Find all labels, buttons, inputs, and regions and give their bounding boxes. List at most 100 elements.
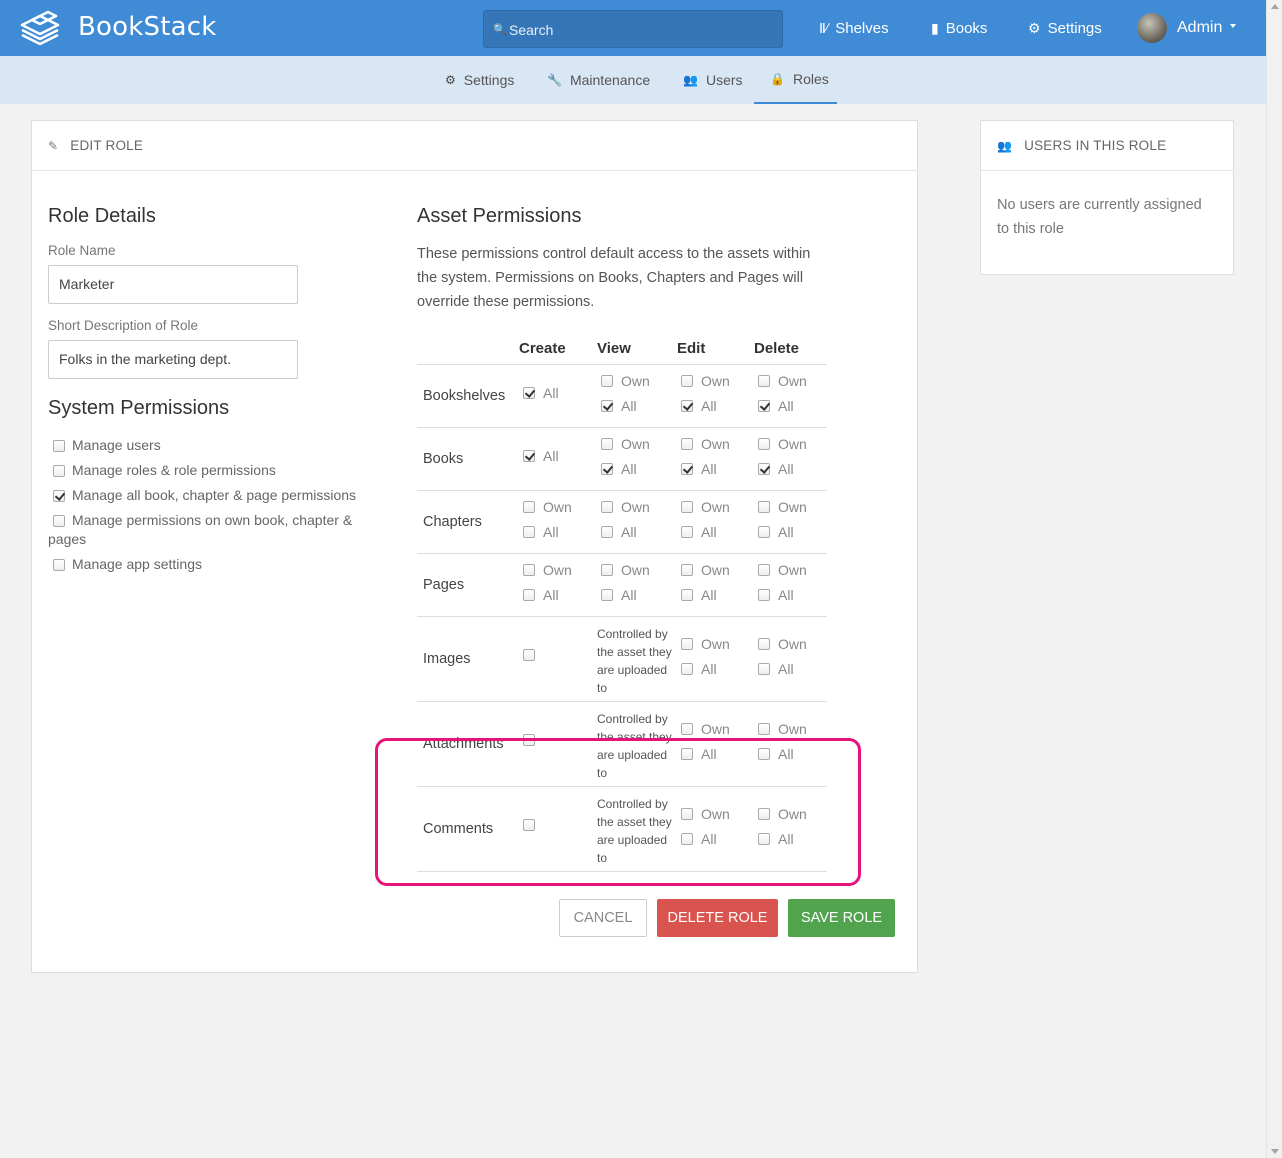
chapters-edit-own[interactable]: Own: [681, 499, 730, 515]
checkbox[interactable]: [681, 501, 693, 513]
checkbox[interactable]: [601, 463, 613, 475]
tab-settings[interactable]: ⚙ Settings: [445, 56, 514, 104]
chapters-delete-own[interactable]: Own: [758, 499, 807, 515]
pages-delete-own[interactable]: Own: [758, 562, 807, 578]
checkbox[interactable]: [681, 723, 693, 735]
perm-manage-users[interactable]: Manage users: [48, 436, 161, 455]
checkbox[interactable]: [681, 526, 693, 538]
nav-shelves[interactable]: Ⅱ∕ Shelves: [819, 0, 889, 56]
pages-delete-all[interactable]: All: [758, 587, 794, 603]
checkbox[interactable]: [601, 526, 613, 538]
perm-manage-own-content[interactable]: Manage permissions on own book, chapter …: [48, 511, 368, 549]
images-edit-own[interactable]: Own: [681, 636, 730, 652]
checkbox[interactable]: [758, 663, 770, 675]
pages-view-own[interactable]: Own: [601, 562, 650, 578]
books-edit-own[interactable]: Own: [681, 436, 730, 452]
nav-settings[interactable]: ⚙ Settings: [1028, 0, 1102, 56]
checkbox[interactable]: [601, 400, 613, 412]
checkbox[interactable]: [681, 463, 693, 475]
bookshelves-delete-own[interactable]: Own: [758, 373, 807, 389]
pages-create-all[interactable]: All: [523, 587, 559, 603]
perm-checkbox[interactable]: [53, 515, 65, 528]
user-menu-name[interactable]: Admin: [1177, 0, 1222, 56]
avatar[interactable]: [1137, 13, 1167, 43]
checkbox[interactable]: [523, 564, 535, 576]
images-delete-own[interactable]: Own: [758, 636, 807, 652]
bookshelves-create-all[interactable]: All: [523, 385, 559, 401]
checkbox[interactable]: [681, 438, 693, 450]
tab-maintenance[interactable]: 🔧 Maintenance: [547, 56, 650, 104]
checkbox[interactable]: [758, 501, 770, 513]
checkbox[interactable]: [601, 501, 613, 513]
attachments-edit-own[interactable]: Own: [681, 721, 730, 737]
chapters-delete-all[interactable]: All: [758, 524, 794, 540]
attachments-delete-own[interactable]: Own: [758, 721, 807, 737]
checkbox[interactable]: [758, 589, 770, 601]
bookshelves-view-own[interactable]: Own: [601, 373, 650, 389]
books-create-all[interactable]: All: [523, 448, 559, 464]
perm-manage-all-content[interactable]: Manage all book, chapter & page permissi…: [48, 486, 356, 505]
checkbox[interactable]: [523, 526, 535, 538]
books-delete-all[interactable]: All: [758, 461, 794, 477]
perm-checkbox[interactable]: [53, 490, 65, 503]
checkbox[interactable]: [681, 564, 693, 576]
short-description-input[interactable]: Folks in the marketing dept.: [48, 340, 298, 379]
pages-create-own[interactable]: Own: [523, 562, 572, 578]
checkbox[interactable]: [758, 526, 770, 538]
chapters-view-all[interactable]: All: [601, 524, 637, 540]
cancel-button[interactable]: CANCEL: [559, 899, 647, 937]
checkbox[interactable]: [601, 589, 613, 601]
bookshelves-edit-all[interactable]: All: [681, 398, 717, 414]
brand-name[interactable]: BookStack: [78, 12, 217, 42]
chevron-down-icon[interactable]: [1230, 24, 1236, 28]
tab-roles[interactable]: 🔒 Roles: [754, 56, 837, 104]
books-view-own[interactable]: Own: [601, 436, 650, 452]
perm-manage-roles[interactable]: Manage roles & role permissions: [48, 461, 276, 480]
checkbox[interactable]: [681, 375, 693, 387]
images-delete-all[interactable]: All: [758, 661, 794, 677]
bookshelves-delete-all[interactable]: All: [758, 398, 794, 414]
images-create[interactable]: [523, 649, 543, 661]
perm-manage-app-settings[interactable]: Manage app settings: [48, 555, 202, 574]
pages-edit-own[interactable]: Own: [681, 562, 730, 578]
checkbox[interactable]: [758, 400, 770, 412]
perm-checkbox[interactable]: [53, 559, 65, 572]
bookshelves-edit-own[interactable]: Own: [681, 373, 730, 389]
scroll-up-icon[interactable]: [1271, 4, 1279, 9]
bookstack-logo-icon[interactable]: [18, 8, 62, 48]
search-input[interactable]: 🔍 Search: [483, 10, 783, 48]
delete-role-button[interactable]: DELETE ROLE: [657, 899, 778, 937]
checkbox[interactable]: [758, 463, 770, 475]
perm-checkbox[interactable]: [53, 440, 65, 453]
checkbox[interactable]: [523, 501, 535, 513]
checkbox[interactable]: [758, 375, 770, 387]
nav-books[interactable]: ▮ Books: [931, 0, 987, 56]
chapters-edit-all[interactable]: All: [681, 524, 717, 540]
checkbox[interactable]: [758, 723, 770, 735]
checkbox[interactable]: [681, 638, 693, 650]
chapters-create-all[interactable]: All: [523, 524, 559, 540]
checkbox[interactable]: [758, 564, 770, 576]
checkbox[interactable]: [681, 589, 693, 601]
bookshelves-view-all[interactable]: All: [601, 398, 637, 414]
role-name-input[interactable]: Marketer: [48, 265, 298, 304]
pages-edit-all[interactable]: All: [681, 587, 717, 603]
chapters-create-own[interactable]: Own: [523, 499, 572, 515]
checkbox[interactable]: [681, 663, 693, 675]
books-edit-all[interactable]: All: [681, 461, 717, 477]
checkbox[interactable]: [681, 400, 693, 412]
pages-view-all[interactable]: All: [601, 587, 637, 603]
checkbox[interactable]: [601, 375, 613, 387]
tab-users[interactable]: 👥 Users: [683, 56, 743, 104]
scroll-down-icon[interactable]: [1271, 1149, 1279, 1154]
page-scrollbar[interactable]: [1266, 0, 1282, 1158]
checkbox[interactable]: [523, 450, 535, 462]
checkbox[interactable]: [523, 387, 535, 399]
perm-checkbox[interactable]: [53, 465, 65, 478]
checkbox[interactable]: [523, 649, 535, 661]
checkbox[interactable]: [758, 438, 770, 450]
images-edit-all[interactable]: All: [681, 661, 717, 677]
save-role-button[interactable]: SAVE ROLE: [788, 899, 895, 937]
checkbox[interactable]: [601, 438, 613, 450]
books-view-all[interactable]: All: [601, 461, 637, 477]
